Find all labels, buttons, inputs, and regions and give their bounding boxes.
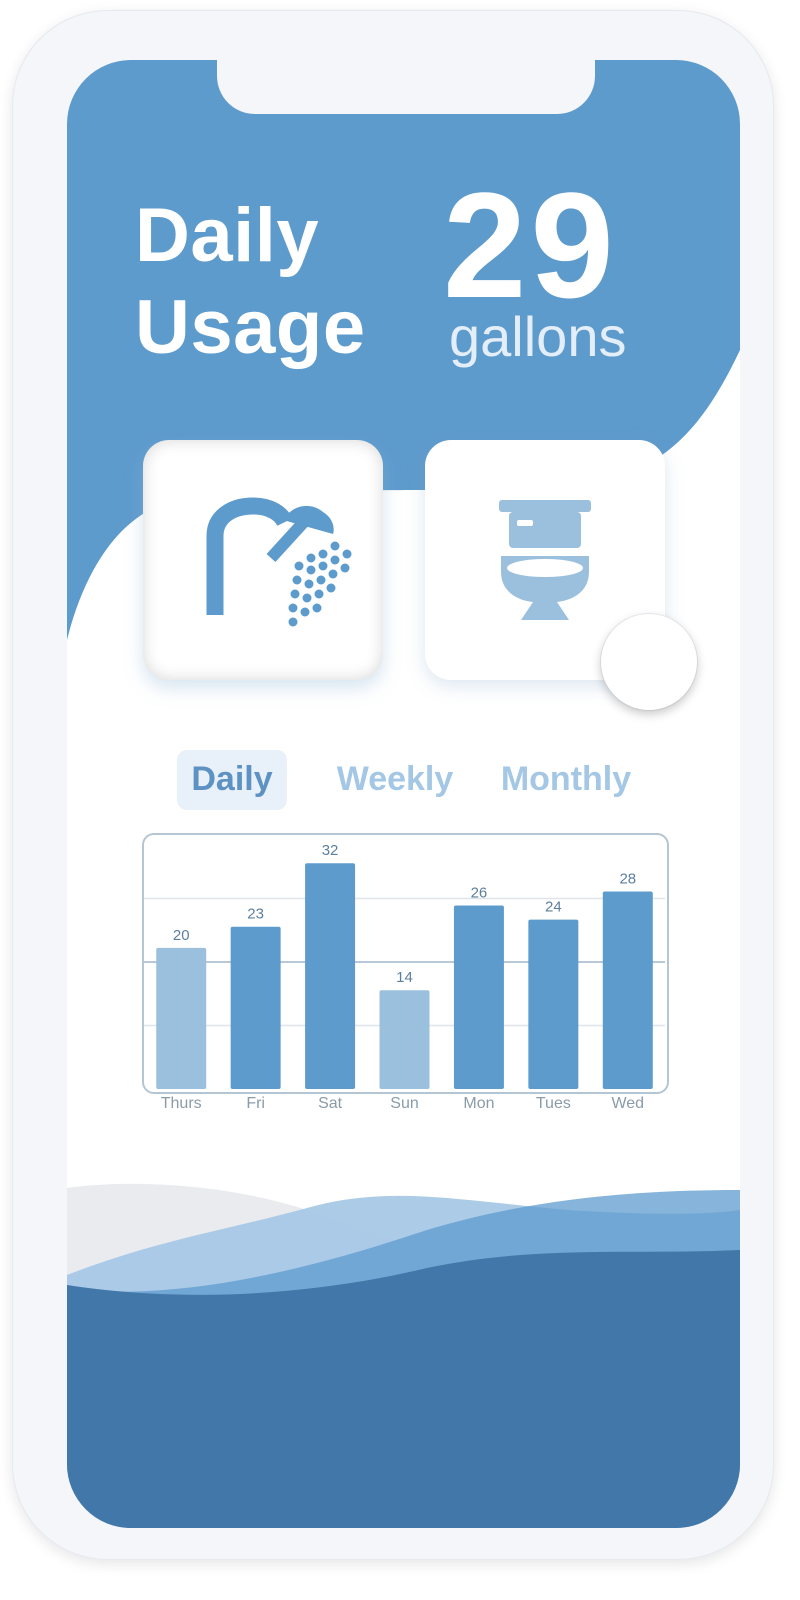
x-tick-label: Wed: [611, 1095, 644, 1112]
bar-tues[interactable]: [528, 919, 579, 1089]
bar-sat[interactable]: [305, 863, 356, 1089]
app-screen: Daily Usage 29 gallons Daily Weekly Mont…: [67, 60, 740, 1528]
toggle-knob[interactable]: [601, 614, 697, 710]
bar-thurs[interactable]: [156, 947, 207, 1089]
device-notch: [217, 60, 595, 114]
bar-mon[interactable]: [453, 905, 504, 1089]
bar-value-label: 14: [396, 969, 413, 986]
bar-wed[interactable]: [602, 891, 653, 1089]
bar-value-label: 32: [322, 842, 339, 859]
x-tick-label: Fri: [246, 1095, 265, 1112]
x-tick-label: Sun: [390, 1095, 418, 1112]
bar-value-label: 23: [247, 906, 264, 923]
bar-value-label: 26: [471, 885, 488, 902]
usage-bar-chart: 20 Thurs 23 Fri 32 Sat 14 Sun 26 Mon 24 Tues 28 Wed: [144, 842, 665, 1112]
bar-value-label: 28: [619, 870, 636, 887]
x-tick-label: Tues: [536, 1095, 571, 1112]
bar-value-label: 20: [173, 927, 190, 944]
bar-sun[interactable]: [379, 990, 430, 1089]
bar-value-label: 24: [545, 899, 562, 916]
x-tick-label: Thurs: [161, 1095, 202, 1112]
x-tick-label: Mon: [463, 1095, 494, 1112]
bar-fri[interactable]: [230, 926, 281, 1089]
phone-frame: Daily Usage 29 gallons Daily Weekly Mont…: [12, 10, 774, 1560]
x-tick-label: Sat: [318, 1095, 343, 1112]
